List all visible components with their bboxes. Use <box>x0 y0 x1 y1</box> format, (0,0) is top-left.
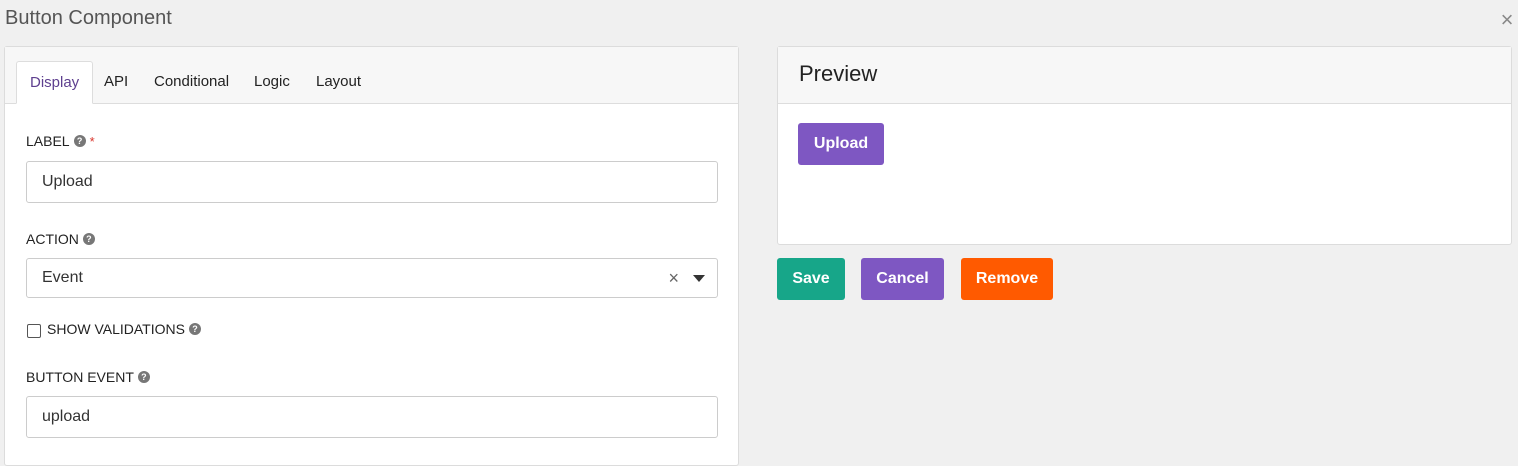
label-field-label: LABEL ? * <box>26 133 95 149</box>
remove-button[interactable]: Remove <box>961 258 1053 300</box>
action-field-text: ACTION <box>26 231 79 247</box>
help-icon[interactable]: ? <box>73 135 86 147</box>
action-select-value: Event <box>42 269 83 286</box>
preview-header: Preview <box>778 47 1511 104</box>
clear-icon[interactable]: × <box>668 259 679 297</box>
button-event-label: BUTTON EVENT ? <box>26 369 150 385</box>
edit-panel: Display API Conditional Logic Layout LAB… <box>4 46 739 466</box>
help-icon[interactable]: ? <box>137 371 150 383</box>
action-select[interactable]: Event × <box>26 258 718 298</box>
tab-logic[interactable]: Logic <box>241 61 303 104</box>
save-button[interactable]: Save <box>777 258 845 300</box>
close-icon[interactable]: × <box>1497 9 1517 31</box>
preview-panel: Preview Upload <box>777 46 1512 245</box>
label-input[interactable]: Upload <box>26 161 718 203</box>
help-icon[interactable]: ? <box>82 233 95 245</box>
show-validations-text: SHOW VALIDATIONS <box>47 321 185 337</box>
show-validations-label: SHOW VALIDATIONS ? <box>47 321 201 337</box>
cancel-button[interactable]: Cancel <box>861 258 944 300</box>
button-event-input[interactable]: upload <box>26 396 718 438</box>
show-validations-checkbox[interactable] <box>27 324 41 338</box>
tab-display[interactable]: Display <box>16 61 94 104</box>
tab-conditional[interactable]: Conditional <box>141 61 242 104</box>
tab-layout[interactable]: Layout <box>303 61 374 104</box>
caret-down-icon[interactable] <box>693 275 705 282</box>
tab-api[interactable]: API <box>91 61 141 104</box>
label-field-text: LABEL <box>26 133 70 149</box>
action-field-label: ACTION ? <box>26 231 95 247</box>
help-icon[interactable]: ? <box>188 323 201 335</box>
button-event-text: BUTTON EVENT <box>26 369 134 385</box>
tabs-bar: Display API Conditional Logic Layout <box>5 47 738 104</box>
preview-title: Preview <box>799 61 878 86</box>
required-mark: * <box>89 133 95 149</box>
dialog-title: Button Component <box>5 7 172 29</box>
preview-upload-button[interactable]: Upload <box>798 123 884 165</box>
